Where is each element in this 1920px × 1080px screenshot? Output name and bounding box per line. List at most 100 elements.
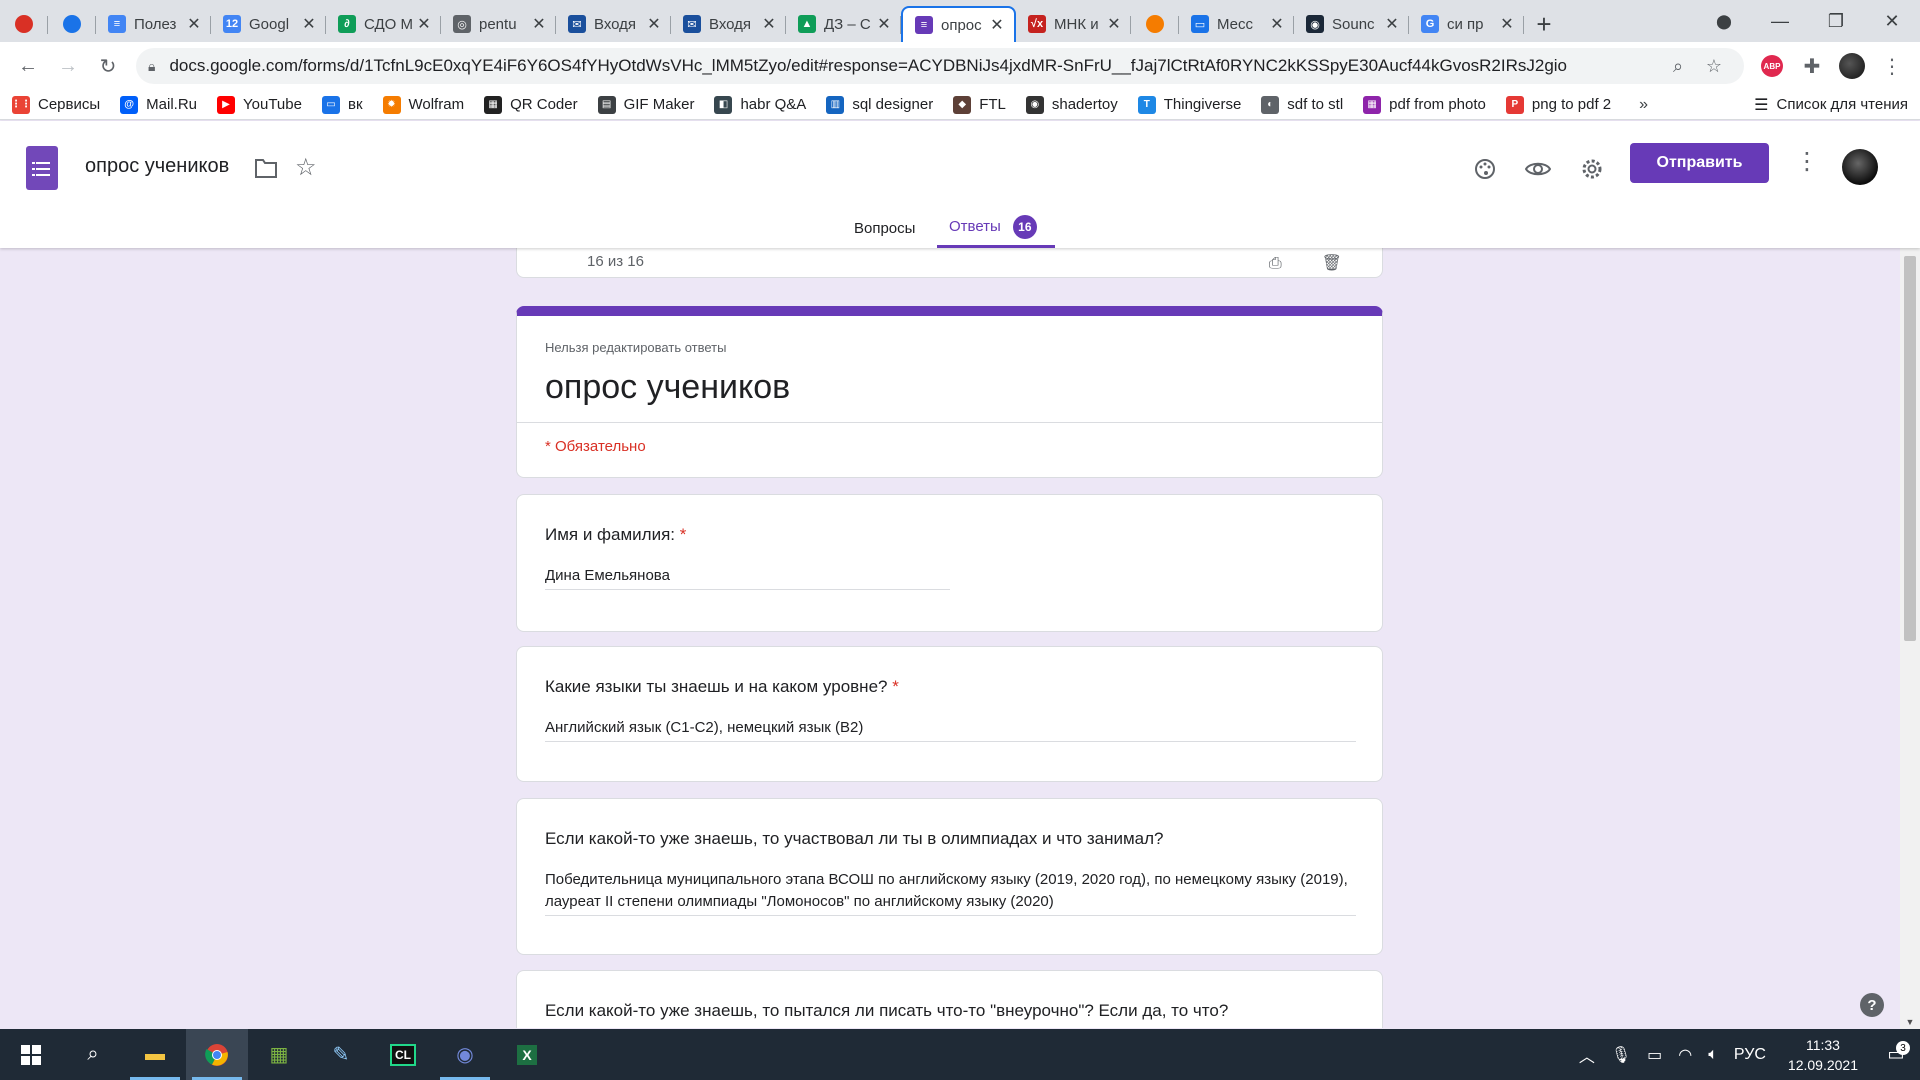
browser-tab[interactable]: ✉ Входя ✕ [671, 6, 786, 42]
bookmark-item[interactable]: ⋮⋮ Сервисы [11, 95, 100, 114]
move-to-folder-icon[interactable] [254, 157, 278, 179]
tab-search-icon[interactable]: ⬤ [1696, 0, 1752, 42]
more-options-icon[interactable]: ⋮ [1795, 147, 1819, 176]
star-icon[interactable]: ☆ [295, 153, 317, 182]
adblock-extension-icon[interactable]: ABP [1752, 46, 1792, 86]
bookmark-star-icon[interactable]: ☆ [1696, 56, 1732, 77]
tab-close-icon[interactable]: ✕ [1105, 14, 1123, 34]
excel-icon[interactable]: X [496, 1029, 558, 1080]
bookmark-item[interactable]: ✹ Wolfram [382, 95, 464, 114]
browser-tab[interactable] [48, 6, 96, 42]
zoom-icon[interactable]: ⌕ [1660, 56, 1696, 77]
close-window-button[interactable]: ✕ [1864, 0, 1920, 42]
send-button[interactable]: Отправить [1630, 143, 1769, 183]
google-forms-icon[interactable] [26, 146, 58, 190]
browser-tab[interactable]: ∂ СДО М ✕ [326, 6, 441, 42]
browser-tab[interactable] [1131, 6, 1179, 42]
print-and-delete-icons[interactable]: ⎙ 🗑︎ [1269, 253, 1342, 273]
browser-tab[interactable]: 12 Googl ✕ [211, 6, 326, 42]
bookmark-item[interactable]: ◉ shadertoy [1025, 95, 1118, 114]
question-text: Какие языки ты знаешь и на каком уровне?… [545, 677, 899, 696]
paint-icon[interactable]: ✎ [310, 1029, 372, 1080]
tab-close-icon[interactable]: ✕ [988, 15, 1006, 35]
minimize-button[interactable]: — [1752, 0, 1808, 42]
response-navigator-text[interactable]: 16 из 16 [587, 253, 644, 270]
browser-tab[interactable] [0, 6, 48, 42]
bookmark-item[interactable]: ▶ YouTube [217, 95, 302, 114]
form-title-input[interactable]: опрос учеников [85, 155, 229, 178]
browser-menu-icon[interactable]: ⋮ [1872, 46, 1912, 86]
clock[interactable]: 11:33 12.09.2021 [1788, 1035, 1858, 1075]
browser-tab[interactable]: ▭ Месс ✕ [1179, 6, 1294, 42]
address-bar[interactable]: 🔒︎ docs.google.com/forms/d/1TcfnL9cE0xqY… [136, 48, 1744, 84]
browser-tab-active[interactable]: ≡ опрос ✕ [901, 6, 1016, 42]
browser-tab[interactable]: ≡ Полез ✕ [96, 6, 211, 42]
show-hidden-icons-chevron-icon[interactable]: ︿ [1579, 1043, 1595, 1067]
address-url[interactable]: docs.google.com/forms/d/1TcfnL9cE0xqYE4i… [169, 56, 1660, 76]
bookmark-item[interactable]: ◐ sdf to stl [1261, 95, 1343, 114]
tab-responses[interactable]: Ответы 16 [937, 208, 1055, 248]
bookmark-item[interactable]: ▦ QR Coder [484, 95, 578, 114]
settings-gear-icon[interactable] [1572, 149, 1612, 189]
bookmarks-more-button[interactable]: » [1639, 96, 1648, 114]
help-icon[interactable]: ? [1860, 993, 1884, 1017]
bookmark-label: QR Coder [510, 96, 578, 113]
tab-close-icon[interactable]: ✕ [415, 14, 433, 34]
tab-close-icon[interactable]: ✕ [185, 14, 203, 34]
tab-close-icon[interactable]: ✕ [1383, 14, 1401, 34]
form-heading: опрос учеников [545, 368, 791, 406]
bookmark-item[interactable]: ▦ pdf from photo [1363, 95, 1486, 114]
restore-button[interactable]: ❐ [1808, 0, 1864, 42]
tab-close-icon[interactable]: ✕ [530, 14, 548, 34]
preview-eye-icon[interactable] [1518, 149, 1558, 189]
tab-close-icon[interactable]: ✕ [1268, 14, 1286, 34]
clion-icon[interactable]: CL [372, 1029, 434, 1080]
tab-close-icon[interactable]: ✕ [300, 14, 318, 34]
forward-button[interactable]: → [48, 46, 88, 86]
discord-icon[interactable]: ◉ [434, 1029, 496, 1080]
file-explorer-icon[interactable]: ▬ [124, 1029, 186, 1080]
bookmark-item[interactable]: ◆ FTL [953, 95, 1006, 114]
tab-title: ДЗ – С [824, 15, 871, 33]
bookmark-favicon-icon: ▥ [826, 95, 845, 114]
scroll-down-arrow[interactable]: ▼ [1904, 1017, 1916, 1027]
browser-tab[interactable]: Gси пр ✕ [1409, 6, 1524, 42]
browser-tab[interactable]: ◉ Sounc ✕ [1294, 6, 1409, 42]
extensions-puzzle-icon[interactable]: ✚ [1792, 46, 1832, 86]
image-editor-icon[interactable]: ▦ [248, 1029, 310, 1080]
tab-questions[interactable]: Вопросы [854, 208, 915, 248]
notifications-icon[interactable]: ▭ 3 [1872, 1041, 1920, 1065]
reload-button[interactable]: ↻ [88, 46, 128, 86]
account-avatar[interactable] [1842, 149, 1878, 185]
browser-tab[interactable]: ◎ pentu ✕ [441, 6, 556, 42]
tab-close-icon[interactable]: ✕ [760, 14, 778, 34]
bookmark-item[interactable]: ▭ вк [321, 95, 363, 114]
battery-icon[interactable]: ▭ [1647, 1045, 1662, 1065]
profile-avatar[interactable] [1832, 46, 1872, 86]
page-scrollbar[interactable]: ▲ ▼ [1900, 121, 1920, 1029]
tab-close-icon[interactable]: ✕ [645, 14, 663, 34]
reading-list-button[interactable]: ☰ Список для чтения [1754, 95, 1908, 115]
wifi-icon[interactable]: ◠ [1678, 1045, 1692, 1065]
scrollbar-thumb[interactable] [1904, 256, 1916, 641]
bookmark-item[interactable]: ▤ GIF Maker [597, 95, 694, 114]
volume-icon[interactable]: 🔈︎ [1708, 1046, 1718, 1064]
bookmark-item[interactable]: @ Mail.Ru [120, 95, 197, 114]
bookmark-item[interactable]: T Thingiverse [1137, 95, 1241, 114]
chrome-icon[interactable] [186, 1029, 248, 1080]
search-icon[interactable]: ⌕ [62, 1029, 124, 1080]
microphone-icon[interactable]: 🎙︎ [1611, 1045, 1631, 1065]
bookmark-item[interactable]: ◧ habr Q&A [714, 95, 806, 114]
back-button[interactable]: ← [8, 46, 48, 86]
palette-icon[interactable] [1465, 149, 1505, 189]
tab-close-icon[interactable]: ✕ [1498, 14, 1516, 34]
browser-tab[interactable]: √x МНК и ✕ [1016, 6, 1131, 42]
browser-tab[interactable]: ✉ Входя ✕ [556, 6, 671, 42]
bookmark-item[interactable]: Ppng to pdf 2 [1505, 95, 1611, 114]
tab-close-icon[interactable]: ✕ [875, 14, 893, 34]
bookmark-item[interactable]: ▥ sql designer [826, 95, 933, 114]
new-tab-button[interactable]: + [1524, 6, 1564, 42]
browser-tab[interactable]: ▲ ДЗ – С ✕ [786, 6, 901, 42]
start-windows-icon[interactable] [0, 1029, 62, 1080]
input-language[interactable]: РУС [1734, 1046, 1766, 1064]
